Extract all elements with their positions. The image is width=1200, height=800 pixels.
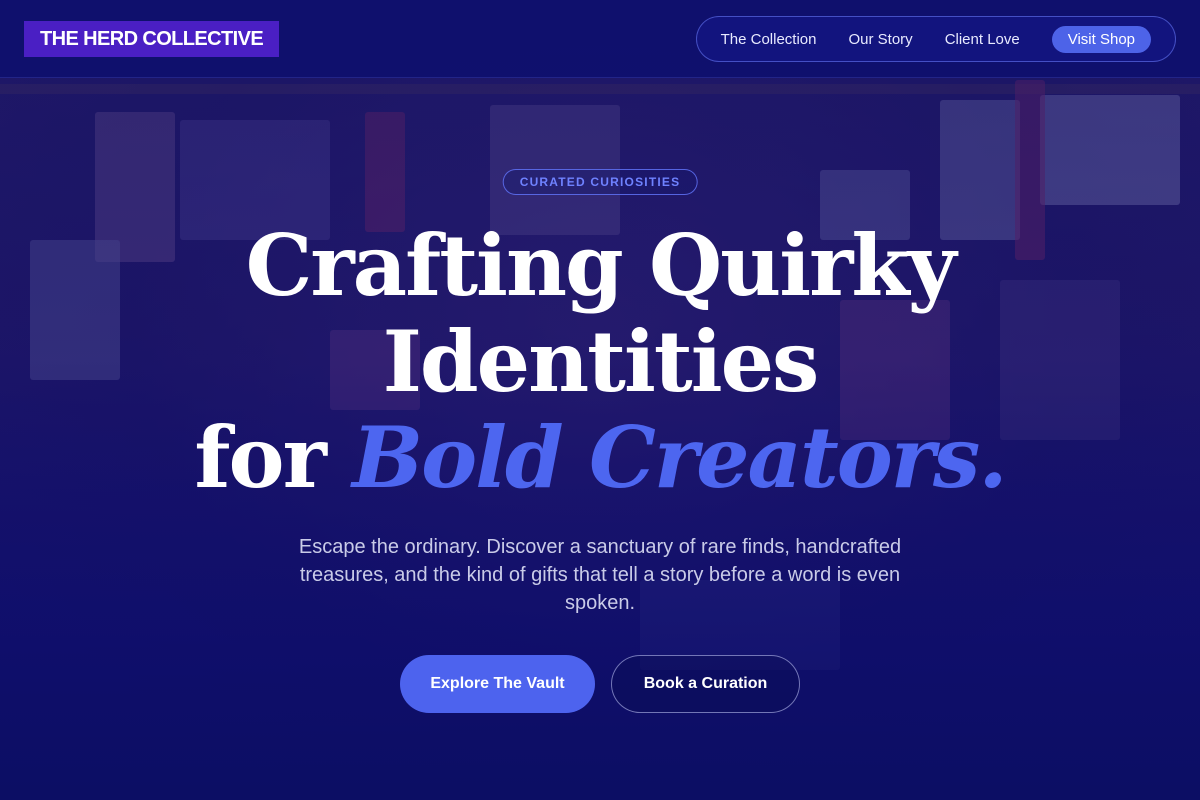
hero-subtext: Escape the ordinary. Discover a sanctuar… [298,536,902,614]
brand-logo[interactable]: THE HERD COLLECTIVE [24,21,280,57]
hero-section: CURATED CURIOSITIES Crafting Quirky Iden… [0,78,1200,800]
headline-line-3-prefix: for [194,408,353,507]
eyebrow-badge: CURATED CURIOSITIES [502,169,698,195]
book-curation-button[interactable]: Book a Curation [611,655,800,713]
site-header: THE HERD COLLECTIVE The Collection Our S… [0,0,1200,78]
nav-link-client-love[interactable]: Client Love [945,31,1020,48]
headline-line-3: for Bold Creators. [0,410,1200,506]
nav-link-collection[interactable]: The Collection [721,31,817,48]
nav-link-our-story[interactable]: Our Story [849,31,913,48]
headline-line-1: Crafting Quirky [245,216,957,315]
headline-line-2: Identities [382,312,820,411]
cta-row: Explore The Vault Book a Curation [0,655,1200,713]
hero-headline: Crafting Quirky Identities for Bold Crea… [0,218,1200,506]
visit-shop-button[interactable]: Visit Shop [1051,25,1151,53]
headline-accent: Bold Creators. [352,408,1008,507]
explore-vault-button[interactable]: Explore The Vault [400,655,595,713]
main-nav: The Collection Our Story Client Love Vis… [695,16,1176,62]
